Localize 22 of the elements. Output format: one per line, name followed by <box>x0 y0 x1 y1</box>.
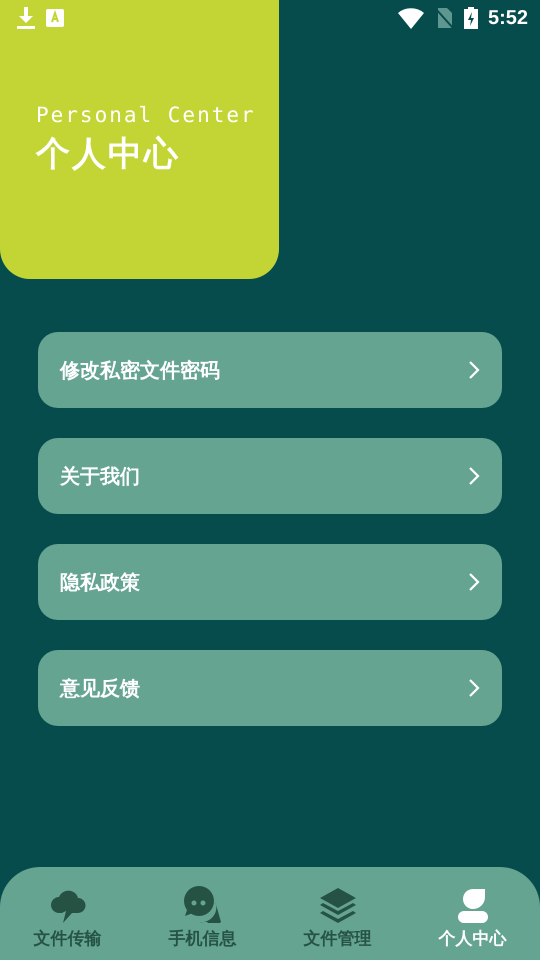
nav-tab[interactable]: 文件传输 <box>0 867 135 960</box>
menu-item[interactable]: 关于我们 <box>38 438 502 514</box>
layers-icon <box>318 887 356 923</box>
menu-item[interactable]: 修改私密文件密码 <box>38 332 502 408</box>
chevron-right-icon <box>468 360 480 380</box>
status-time: 5:52 <box>488 6 528 30</box>
menu-item[interactable]: 意见反馈 <box>38 650 502 726</box>
download-icon <box>16 7 36 29</box>
chevron-right-icon <box>468 678 480 698</box>
menu-item[interactable]: 隐私政策 <box>38 544 502 620</box>
chat-icon <box>182 885 222 923</box>
header-subtitle: Personal Center <box>36 102 257 126</box>
battery-icon <box>464 7 478 29</box>
wifi-icon <box>398 7 424 29</box>
nav-tab[interactable]: 手机信息 <box>135 867 270 960</box>
nav-tab[interactable]: 文件管理 <box>270 867 405 960</box>
font-app-icon <box>46 9 64 27</box>
header-title: 个人中心 <box>36 132 181 176</box>
chevron-right-icon <box>468 572 480 592</box>
nav-tab[interactable]: 个人中心 <box>405 867 540 960</box>
chevron-right-icon <box>468 466 480 486</box>
person-icon <box>456 887 488 923</box>
